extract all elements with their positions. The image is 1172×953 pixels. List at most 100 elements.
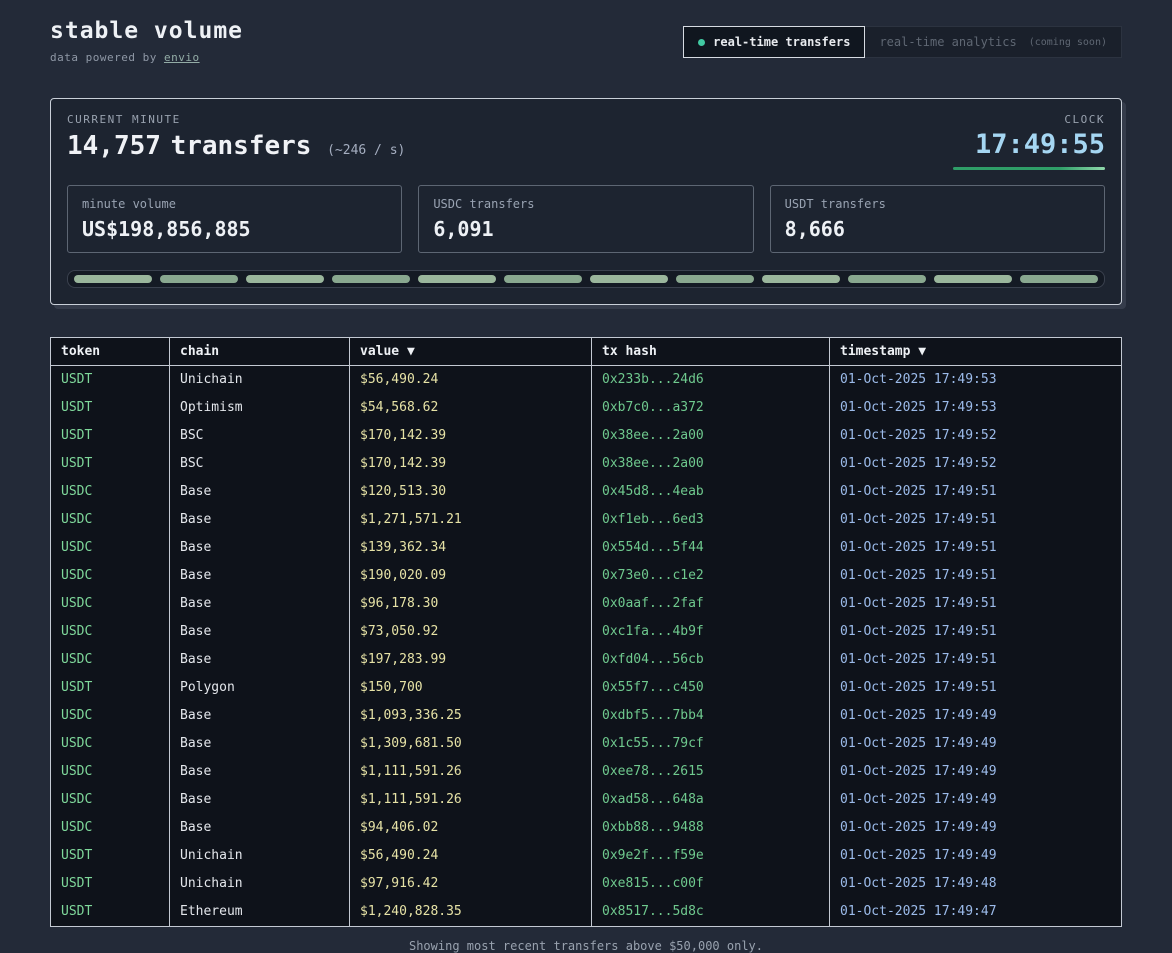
cell-tx-hash[interactable]: 0xf1eb...6ed3 [592,506,830,534]
cell-chain: Polygon [170,674,350,702]
coming-soon-note: (coming soon) [1029,37,1107,48]
cell-value: $197,283.99 [350,646,592,674]
cell-token: USDT [51,898,170,927]
table-row: USDCBase$139,362.340x554d...5f4401-Oct-2… [51,534,1122,562]
cell-tx-hash[interactable]: 0x233b...24d6 [592,366,830,395]
cell-value: $97,916.42 [350,870,592,898]
table-row: USDTPolygon$150,7000x55f7...c45001-Oct-2… [51,674,1122,702]
table-row: USDTBSC$170,142.390x38ee...2a0001-Oct-20… [51,422,1122,450]
cell-value: $139,362.34 [350,534,592,562]
cell-value: $1,111,591.26 [350,758,592,786]
clock-block: CLOCK 17:49:55 [953,113,1105,170]
cell-chain: Base [170,758,350,786]
cell-timestamp: 01-Oct-2025 17:49:51 [830,534,1122,562]
transfers-block: CURRENT MINUTE 14,757 transfers (~246 / … [67,113,405,161]
progress-segment [160,275,238,283]
transfers-word: transfers [171,131,312,161]
envio-link[interactable]: envio [164,51,200,64]
cell-tx-hash[interactable]: 0xb7c0...a372 [592,394,830,422]
transfers-table: tokenchainvalue ▼tx hashtimestamp ▼ USDT… [50,337,1122,927]
table-header-row: tokenchainvalue ▼tx hashtimestamp ▼ [51,338,1122,366]
cell-tx-hash[interactable]: 0x55f7...c450 [592,674,830,702]
cell-value: $120,513.30 [350,478,592,506]
table-row: USDCBase$94,406.020xbb88...948801-Oct-20… [51,814,1122,842]
cell-tx-hash[interactable]: 0x0aaf...2faf [592,590,830,618]
cell-tx-hash[interactable]: 0x73e0...c1e2 [592,562,830,590]
cell-token: USDC [51,506,170,534]
cell-timestamp: 01-Oct-2025 17:49:47 [830,898,1122,927]
transfers-rate: (~246 / s) [327,143,405,158]
title-block: stable volume data powered by envio [50,14,243,64]
cell-tx-hash[interactable]: 0x38ee...2a00 [592,450,830,478]
table-row: USDTUnichain$97,916.420xe815...c00f01-Oc… [51,870,1122,898]
cell-tx-hash[interactable]: 0xdbf5...7bb4 [592,702,830,730]
column-header-chain[interactable]: chain [170,338,350,366]
cell-timestamp: 01-Oct-2025 17:49:49 [830,842,1122,870]
cell-chain: Base [170,590,350,618]
stat-cards: minute volumeUS$198,856,885USDC transfer… [67,185,1105,253]
cell-timestamp: 01-Oct-2025 17:49:52 [830,450,1122,478]
column-header-tx-hash[interactable]: tx hash [592,338,830,366]
stat-card-minute-volume: minute volume US$198,856,885 [67,185,402,253]
cell-timestamp: 01-Oct-2025 17:49:49 [830,730,1122,758]
stat-card-usdt-transfers: USDT transfers8,666 [770,185,1105,253]
cell-value: $96,178.30 [350,590,592,618]
cell-timestamp: 01-Oct-2025 17:49:52 [830,422,1122,450]
cell-value: $150,700 [350,674,592,702]
cell-tx-hash[interactable]: 0x9e2f...f59e [592,842,830,870]
cell-tx-hash[interactable]: 0xfd04...56cb [592,646,830,674]
table-row: USDCBase$1,271,571.210xf1eb...6ed301-Oct… [51,506,1122,534]
cell-tx-hash[interactable]: 0xbb88...9488 [592,814,830,842]
tab-bar: real-time transfers real-time analytics … [683,26,1122,58]
progress-segment [590,275,668,283]
current-minute-label: CURRENT MINUTE [67,113,405,126]
cell-timestamp: 01-Oct-2025 17:49:51 [830,674,1122,702]
tab-real-time-transfers[interactable]: real-time transfers [683,26,865,58]
transfers-line: 14,757 transfers (~246 / s) [67,131,405,161]
tab-real-time-analytics[interactable]: real-time analytics (coming soon) [865,26,1122,58]
cell-value: $1,093,336.25 [350,702,592,730]
transfers-count: 14,757 [67,131,161,161]
column-header-value[interactable]: value ▼ [350,338,592,366]
cell-timestamp: 01-Oct-2025 17:49:51 [830,590,1122,618]
cell-tx-hash[interactable]: 0x8517...5d8c [592,898,830,927]
progress-segment [332,275,410,283]
cell-tx-hash[interactable]: 0xe815...c00f [592,870,830,898]
cell-value: $54,568.62 [350,394,592,422]
progress-segment [1020,275,1098,283]
cell-token: USDC [51,478,170,506]
cell-tx-hash[interactable]: 0xad58...648a [592,786,830,814]
table-row: USDCBase$120,513.300x45d8...4eab01-Oct-2… [51,478,1122,506]
stats-top-row: CURRENT MINUTE 14,757 transfers (~246 / … [67,113,1105,170]
cell-tx-hash[interactable]: 0x1c55...79cf [592,730,830,758]
table-row: USDTBSC$170,142.390x38ee...2a0001-Oct-20… [51,450,1122,478]
cell-chain: Base [170,702,350,730]
table-row: USDCBase$1,111,591.260xad58...648a01-Oct… [51,786,1122,814]
column-header-timestamp[interactable]: timestamp ▼ [830,338,1122,366]
cell-chain: Unichain [170,870,350,898]
column-header-token[interactable]: token [51,338,170,366]
cell-tx-hash[interactable]: 0xc1fa...4b9f [592,618,830,646]
cell-value: $170,142.39 [350,422,592,450]
cell-token: USDT [51,674,170,702]
powered-by-text: data powered by [50,51,157,64]
current-minute-panel: CURRENT MINUTE 14,757 transfers (~246 / … [50,98,1122,305]
cell-value: $1,240,828.35 [350,898,592,927]
table-row: USDCBase$96,178.300x0aaf...2faf01-Oct-20… [51,590,1122,618]
cell-value: $73,050.92 [350,618,592,646]
cell-tx-hash[interactable]: 0xee78...2615 [592,758,830,786]
stat-card-label: minute volume [82,197,387,211]
cell-chain: Base [170,534,350,562]
table-row: USDCBase$197,283.990xfd04...56cb01-Oct-2… [51,646,1122,674]
cell-token: USDC [51,534,170,562]
stat-card-value: US$198,856,885 [82,217,387,241]
cell-tx-hash[interactable]: 0x38ee...2a00 [592,422,830,450]
stat-card-value: 6,091 [433,217,738,241]
cell-tx-hash[interactable]: 0x45d8...4eab [592,478,830,506]
progress-segment [676,275,754,283]
cell-tx-hash[interactable]: 0x554d...5f44 [592,534,830,562]
table-row: USDTUnichain$56,490.240x9e2f...f59e01-Oc… [51,842,1122,870]
cell-timestamp: 01-Oct-2025 17:49:49 [830,702,1122,730]
app-header: stable volume data powered by envio real… [50,14,1122,64]
progress-segment [848,275,926,283]
